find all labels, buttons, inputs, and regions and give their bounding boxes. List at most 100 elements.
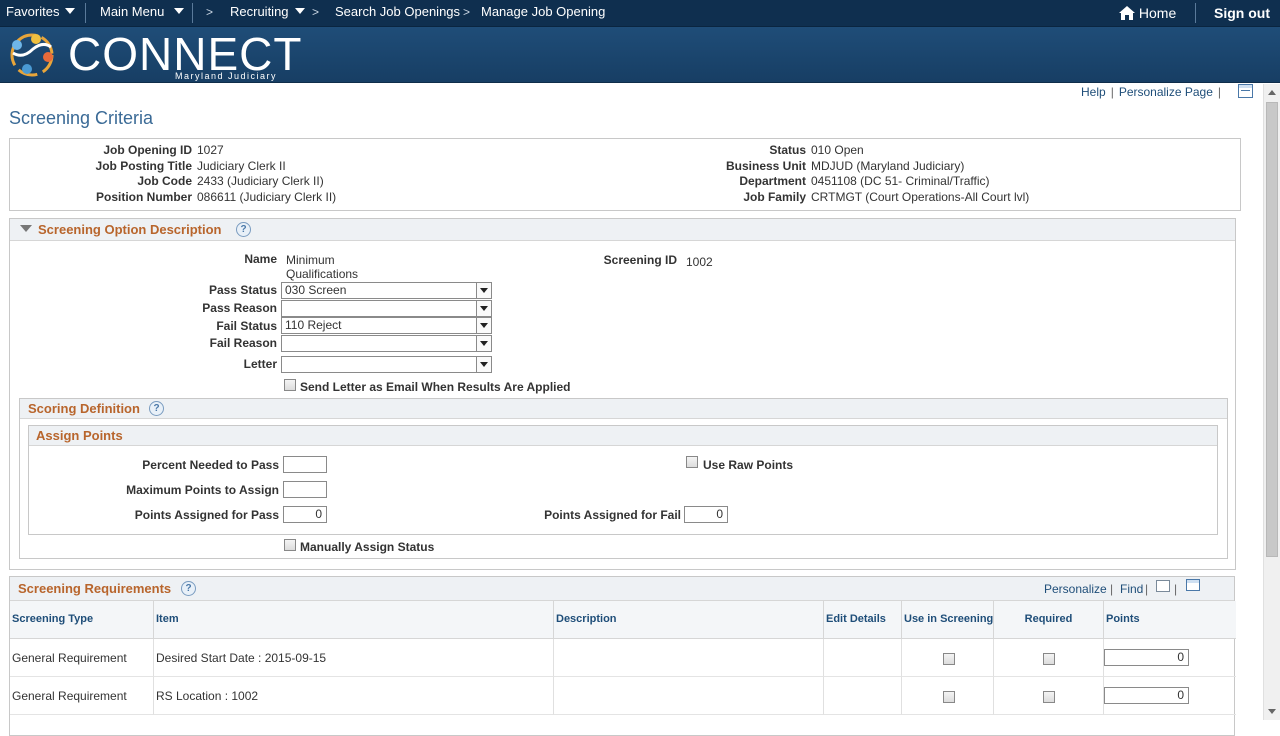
- nav-divider: [192, 3, 193, 23]
- max-points-input[interactable]: [283, 481, 327, 498]
- business-unit-value: MDJUD (Maryland Judiciary): [811, 159, 965, 173]
- points-pass-label: Points Assigned for Pass: [134, 508, 279, 522]
- cell-required: [994, 677, 1104, 715]
- fail-status-value: 110 Reject: [285, 318, 342, 332]
- chevron-down-icon: [294, 7, 305, 14]
- help-icon[interactable]: ?: [149, 401, 164, 416]
- name-value-line1: Minimum: [286, 253, 335, 267]
- vertical-scrollbar[interactable]: [1263, 84, 1280, 720]
- breadcrumb-search-job-openings[interactable]: Search Job Openings: [335, 4, 460, 19]
- fail-status-label: Fail Status: [216, 319, 277, 333]
- manually-assign-status-checkbox[interactable]: [284, 539, 296, 551]
- favorites-label: Favorites: [6, 4, 60, 19]
- name-value-line2: Qualifications: [286, 267, 359, 281]
- nav-divider: [1195, 3, 1196, 23]
- points-input[interactable]: 0: [1104, 687, 1189, 704]
- screening-option-header[interactable]: Screening Option Description ?: [10, 219, 1235, 241]
- use-in-screening-checkbox[interactable]: [943, 653, 955, 665]
- use-raw-points-checkbox[interactable]: [686, 456, 698, 468]
- breadcrumb-recruiting[interactable]: Recruiting: [230, 4, 305, 19]
- required-checkbox[interactable]: [1043, 653, 1055, 665]
- column-header-required[interactable]: Required: [994, 601, 1104, 639]
- dropdown-arrow-icon[interactable]: [476, 318, 491, 333]
- download-to-excel-icon[interactable]: [1186, 579, 1200, 591]
- cell-item: Desired Start Date : 2015-09-15: [154, 639, 554, 677]
- send-letter-email-checkbox[interactable]: [284, 379, 296, 391]
- status-label: Status: [769, 143, 806, 157]
- column-header-description[interactable]: Description: [554, 601, 824, 639]
- favorites-menu[interactable]: Favorites: [6, 4, 76, 19]
- job-posting-title-label: Job Posting Title: [95, 159, 192, 173]
- letter-label: Letter: [243, 357, 277, 371]
- pass-status-dropdown[interactable]: 030 Screen: [281, 282, 492, 299]
- screening-id-label: Screening ID: [603, 253, 677, 267]
- points-input[interactable]: 0: [1104, 649, 1189, 666]
- points-fail-label: Points Assigned for Fail: [544, 508, 681, 522]
- breadcrumb-chevron-icon: >: [312, 5, 320, 19]
- letter-dropdown[interactable]: [281, 356, 492, 373]
- top-navigation-bar: Favorites Main Menu > Recruiting > Searc…: [0, 0, 1280, 27]
- screening-requirements-grid: Screening Requirements ? Personalize | F…: [9, 576, 1236, 736]
- new-window-icon[interactable]: [1156, 580, 1170, 592]
- link-divider: |: [1217, 85, 1221, 99]
- status-value: 010 Open: [811, 143, 864, 157]
- breadcrumb-label: Recruiting: [230, 4, 289, 19]
- points-fail-input[interactable]: 0: [684, 506, 728, 523]
- name-label: Name: [244, 252, 277, 266]
- dropdown-arrow-icon[interactable]: [476, 336, 491, 351]
- department-label: Department: [739, 174, 806, 188]
- dropdown-arrow-icon[interactable]: [476, 283, 491, 298]
- page-title: Screening Criteria: [9, 108, 154, 128]
- grid-view-icon[interactable]: [1238, 84, 1253, 98]
- link-divider: |: [1110, 582, 1114, 596]
- sign-out-link[interactable]: Sign out: [1214, 5, 1270, 21]
- use-in-screening-checkbox[interactable]: [943, 691, 955, 703]
- dropdown-arrow-icon[interactable]: [476, 357, 491, 372]
- cell-screening-type: General Requirement: [10, 677, 154, 715]
- personalize-grid-link[interactable]: Personalize: [1044, 582, 1107, 596]
- breadcrumb-manage-job-opening[interactable]: Manage Job Opening: [481, 4, 605, 19]
- position-number-label: Position Number: [95, 190, 192, 204]
- breadcrumb-chevron-icon: >: [206, 5, 214, 19]
- main-menu[interactable]: Main Menu: [100, 4, 185, 19]
- screening-option-section: Screening Option Description ? Name Mini…: [9, 218, 1236, 570]
- column-header-points[interactable]: Points: [1104, 601, 1236, 639]
- max-points-label: Maximum Points to Assign: [126, 483, 279, 497]
- job-posting-title-value: Judiciary Clerk II: [197, 159, 286, 173]
- job-family-label: Job Family: [743, 190, 806, 204]
- scoring-definition-title: Scoring Definition: [28, 401, 140, 416]
- help-link[interactable]: Help: [1081, 85, 1106, 99]
- collapse-triangle-icon[interactable]: [20, 225, 32, 232]
- help-icon[interactable]: ?: [181, 581, 196, 596]
- percent-needed-input[interactable]: [283, 456, 327, 473]
- chevron-down-icon: [174, 7, 185, 14]
- column-header-use-in-screening[interactable]: Use in Screening: [902, 601, 994, 639]
- personalize-page-link[interactable]: Personalize Page: [1119, 85, 1213, 99]
- column-header-edit-details[interactable]: Edit Details: [824, 601, 902, 639]
- points-pass-input[interactable]: 0: [283, 506, 327, 523]
- find-link[interactable]: Find: [1120, 582, 1143, 596]
- job-opening-header: Job Opening ID 1027 Job Posting Title Ju…: [9, 138, 1241, 211]
- dropdown-arrow-icon[interactable]: [476, 301, 491, 316]
- scroll-thumb[interactable]: [1266, 102, 1278, 557]
- help-icon[interactable]: ?: [236, 222, 251, 237]
- scroll-down-arrow-icon[interactable]: [1268, 709, 1276, 714]
- column-header-screening-type[interactable]: Screening Type: [10, 601, 154, 639]
- scroll-up-arrow-icon[interactable]: [1268, 90, 1276, 95]
- job-code-value: 2433 (Judiciary Clerk II): [197, 174, 324, 188]
- assign-points-section: Assign Points Percent Needed to Pass Use…: [28, 425, 1218, 535]
- cell-description: [554, 639, 824, 677]
- percent-needed-label: Percent Needed to Pass: [142, 458, 279, 472]
- pass-reason-dropdown[interactable]: [281, 300, 492, 317]
- fail-reason-dropdown[interactable]: [281, 335, 492, 352]
- home-link[interactable]: Home: [1119, 5, 1176, 21]
- maryland-judiciary-subtitle: Maryland Judiciary: [175, 71, 278, 81]
- required-checkbox[interactable]: [1043, 691, 1055, 703]
- column-header-item[interactable]: Item: [154, 601, 554, 639]
- cell-use-in-screening: [902, 639, 994, 677]
- job-opening-id-value: 1027: [197, 143, 224, 157]
- fail-reason-label: Fail Reason: [209, 336, 277, 350]
- fail-status-dropdown[interactable]: 110 Reject: [281, 317, 492, 334]
- cell-points: 0: [1104, 639, 1236, 677]
- screening-id-value: 1002: [686, 255, 713, 269]
